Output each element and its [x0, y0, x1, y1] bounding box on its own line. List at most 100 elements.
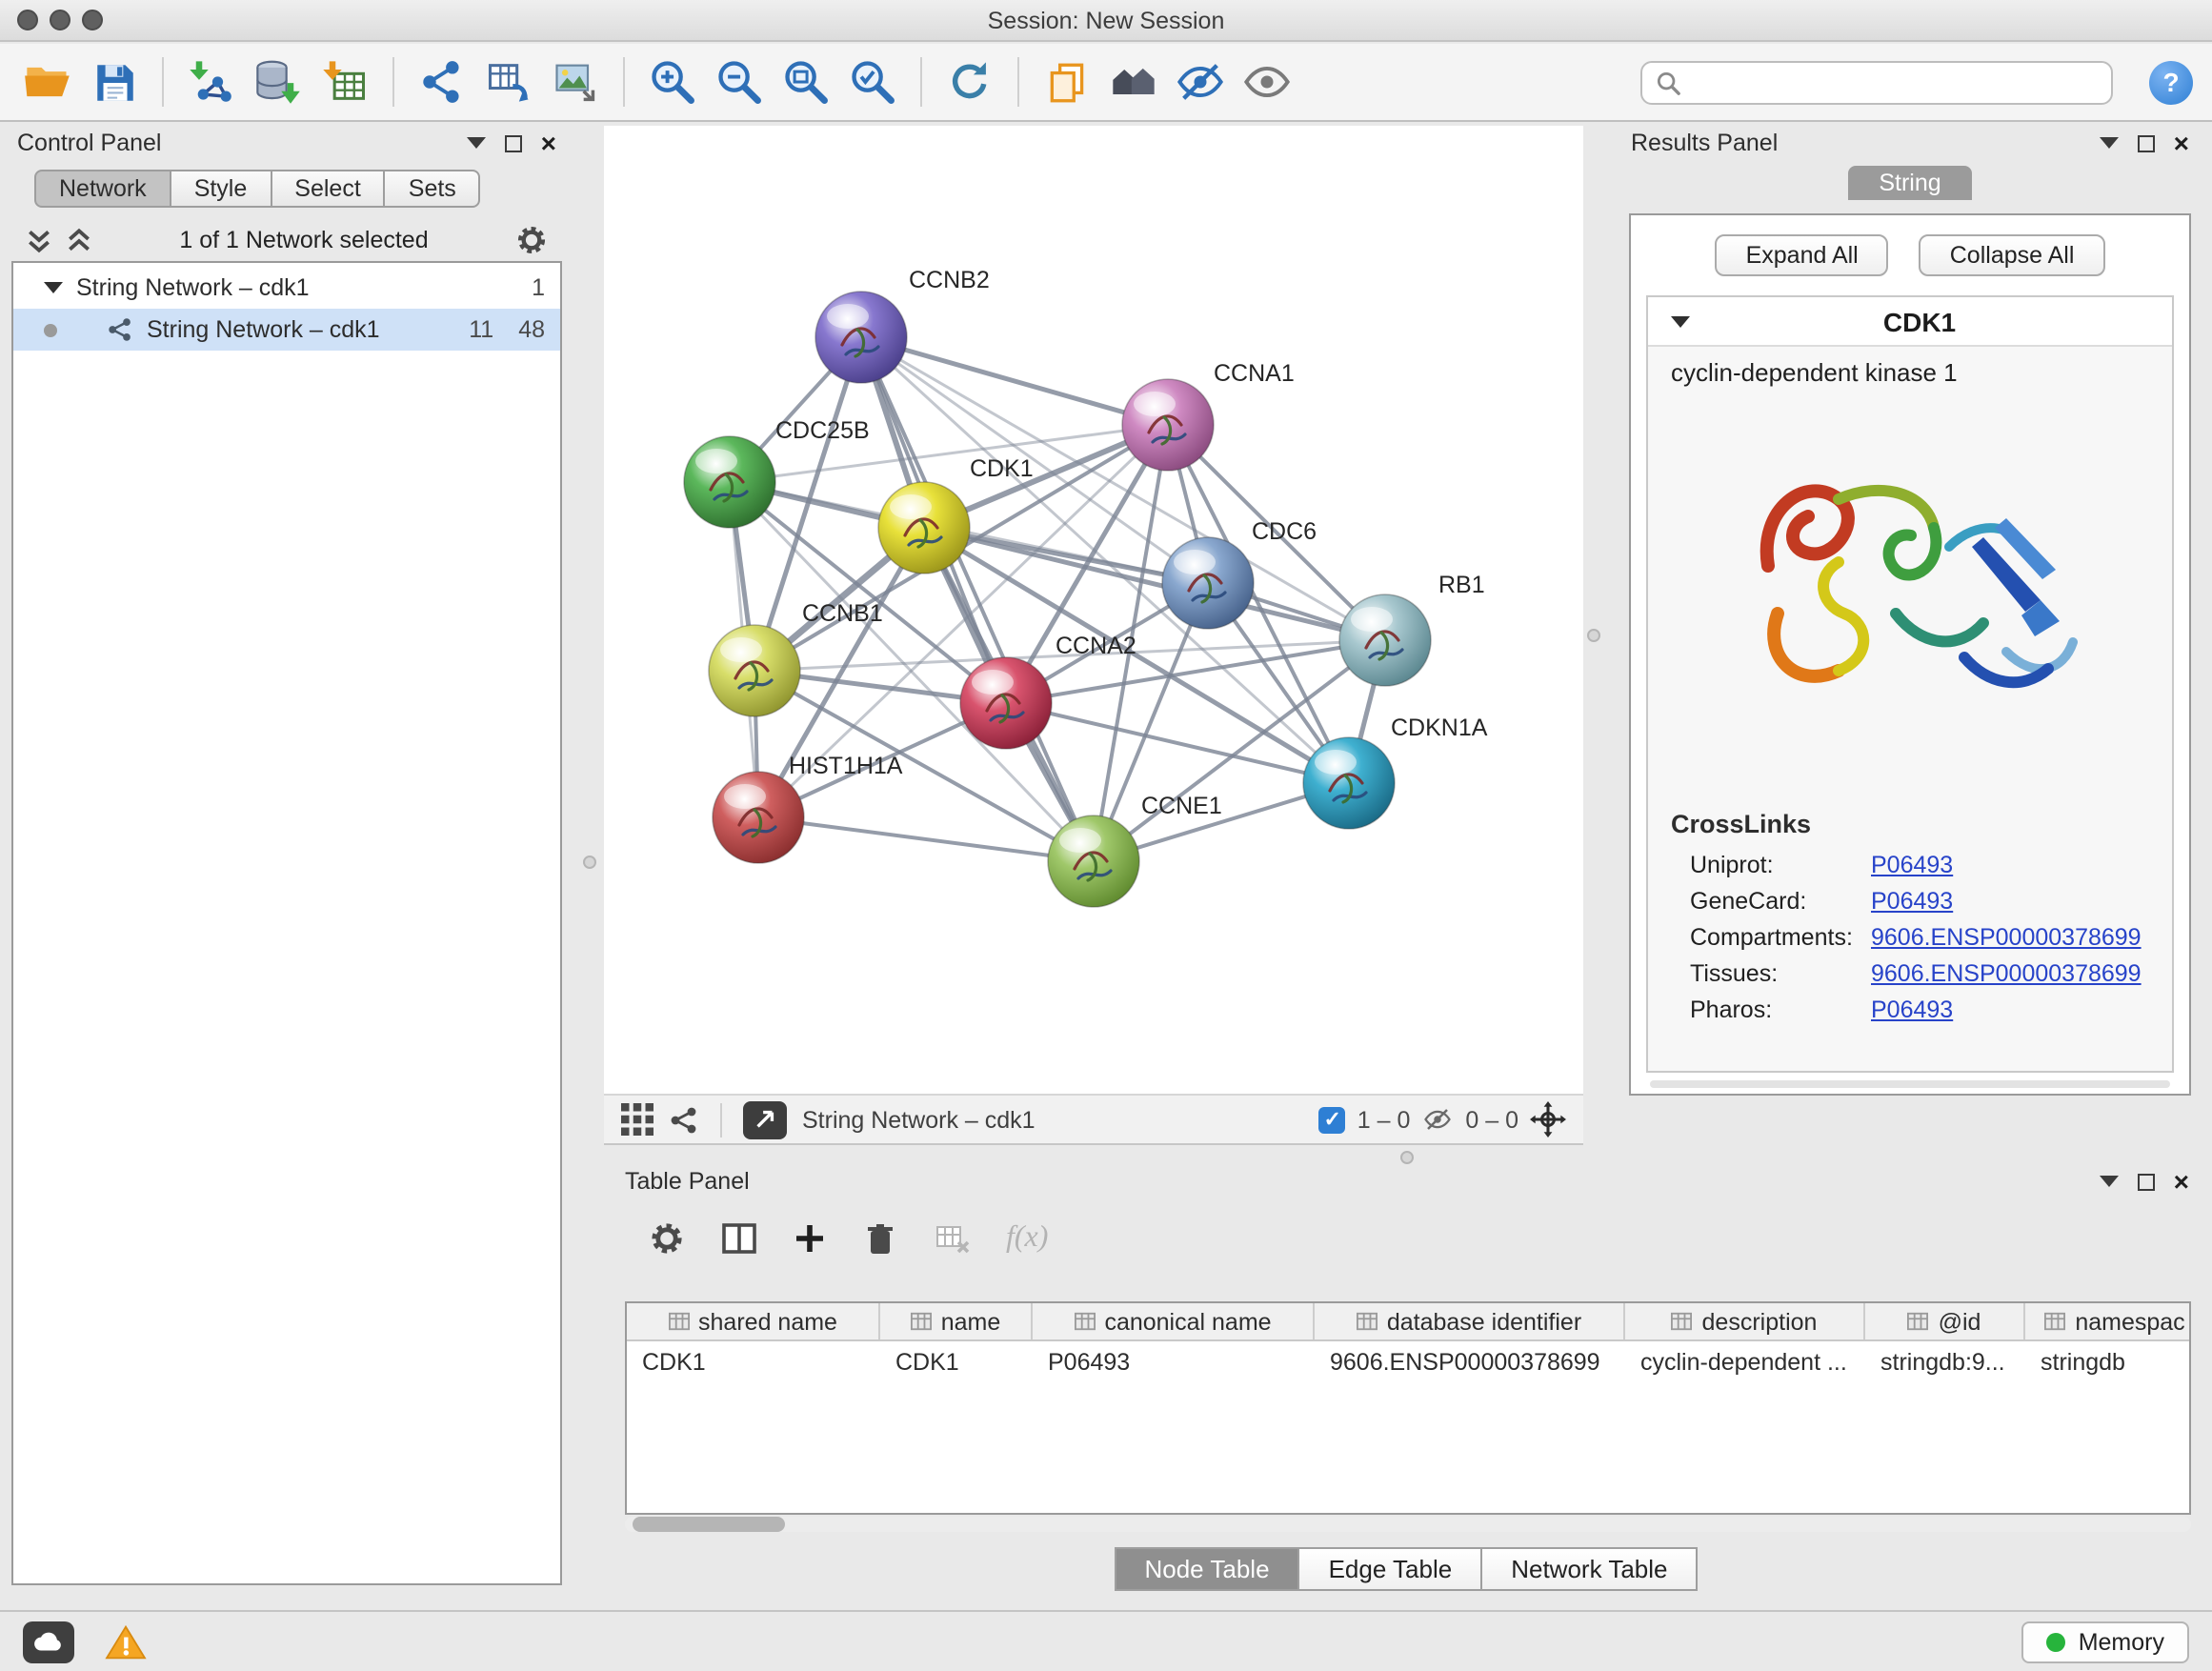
scrollbar-thumb[interactable] [633, 1517, 785, 1532]
cloud-button[interactable] [23, 1621, 74, 1662]
column-header-description[interactable]: description [1625, 1303, 1865, 1339]
panel-close-icon[interactable]: × [2174, 130, 2189, 156]
crosslink-tissues[interactable]: 9606.ENSP00000378699 [1871, 959, 2142, 986]
network-graph[interactable]: CCNB2CCNA1CDC25BCDK1CDC6RB1CCNB1CCNA2CDK… [604, 126, 1583, 1094]
column-type-icon [911, 1311, 932, 1332]
expand-all-button[interactable]: Expand All [1716, 234, 1889, 276]
protein-section-header[interactable]: CDK1 [1648, 297, 2172, 347]
network-node-hist1h1a[interactable]: HIST1H1A [713, 753, 903, 863]
crosslink-compartments[interactable]: 9606.ENSP00000378699 [1871, 923, 2142, 950]
table-cell[interactable]: 9606.ENSP00000378699 [1315, 1348, 1625, 1375]
close-window-button[interactable] [17, 10, 38, 30]
right-splitter-handle[interactable] [1587, 629, 1600, 642]
table-cell[interactable]: CDK1 [880, 1348, 1033, 1375]
apply-layout-button[interactable] [941, 53, 998, 111]
birds-eye-view-button[interactable] [743, 1100, 787, 1138]
network-view-icon[interactable] [669, 1104, 699, 1135]
delete-column-trash-icon[interactable] [861, 1219, 899, 1258]
table-cell[interactable]: stringdb:9... [1865, 1348, 2025, 1375]
table-body: CDK1CDK1P064939606.ENSP00000378699cyclin… [627, 1341, 2189, 1381]
column-header-database-identifier[interactable]: database identifier [1315, 1303, 1625, 1339]
duplicate-network-button[interactable] [1038, 53, 1096, 111]
search-input[interactable] [1690, 69, 2098, 95]
minimize-window-button[interactable] [50, 10, 70, 30]
column-header-namespac[interactable]: namespac [2025, 1303, 2191, 1339]
gear-icon[interactable] [514, 223, 549, 257]
network-collection-row[interactable]: String Network – cdk1 1 [13, 267, 560, 309]
hide-selected-button[interactable] [1172, 53, 1229, 111]
crosslink-pharos[interactable]: P06493 [1871, 996, 1953, 1022]
help-button[interactable]: ? [2149, 60, 2193, 104]
first-neighbors-button[interactable] [1105, 53, 1162, 111]
zoom-fit-button[interactable] [777, 53, 835, 111]
expand-all-chevrons-icon[interactable] [65, 227, 93, 253]
panel-float-icon[interactable] [505, 134, 522, 151]
table-tab-network-table[interactable]: Network Table [1480, 1547, 1698, 1591]
new-network-button[interactable] [413, 53, 471, 111]
column-type-icon [668, 1311, 689, 1332]
warning-icon[interactable] [105, 1622, 147, 1661]
memory-button[interactable]: Memory [2021, 1621, 2189, 1662]
show-columns-icon[interactable] [720, 1219, 758, 1258]
open-session-button[interactable] [19, 53, 76, 111]
add-column-plus-icon[interactable] [793, 1221, 827, 1256]
crosslink-uniprot[interactable]: P06493 [1871, 851, 1953, 877]
zoom-in-button[interactable] [644, 53, 701, 111]
table-tab-edge-table[interactable]: Edge Table [1298, 1547, 1483, 1591]
save-session-button[interactable] [86, 53, 143, 111]
zoom-out-button[interactable] [711, 53, 768, 111]
panel-close-icon[interactable]: × [541, 130, 556, 156]
collection-disclosure-icon[interactable] [44, 282, 63, 293]
grid-view-icon[interactable] [621, 1103, 654, 1136]
column-header-canonical-name[interactable]: canonical name [1033, 1303, 1315, 1339]
table-settings-gear-icon[interactable] [648, 1219, 686, 1258]
control-panel-tab-sets[interactable]: Sets [384, 170, 481, 208]
network-node-cdk1[interactable]: CDK1 [878, 455, 1034, 574]
table-tab-node-table[interactable]: Node Table [1114, 1547, 1299, 1591]
table-cell[interactable]: stringdb [2025, 1348, 2191, 1375]
network-node-cdkn1a[interactable]: CDKN1A [1303, 715, 1488, 829]
column-header-shared-name[interactable]: shared name [627, 1303, 880, 1339]
column-header--id[interactable]: @id [1865, 1303, 2025, 1339]
network-node-rb1[interactable]: RB1 [1339, 572, 1485, 686]
table-cell[interactable]: P06493 [1033, 1348, 1315, 1375]
column-header-name[interactable]: name [880, 1303, 1033, 1339]
table-row[interactable]: CDK1CDK1P064939606.ENSP00000378699cyclin… [627, 1341, 2189, 1381]
panel-menu-chevron-icon[interactable] [2100, 1176, 2119, 1187]
collapse-all-chevrons-icon[interactable] [25, 227, 53, 253]
import-network-from-database-button[interactable] [250, 53, 307, 111]
crosslink-genecard[interactable]: P06493 [1871, 887, 1953, 914]
panel-float-icon[interactable] [2138, 1173, 2155, 1190]
new-network-from-table-button[interactable] [480, 53, 537, 111]
control-panel-tab-select[interactable]: Select [270, 170, 386, 208]
network-view[interactable]: CCNB2CCNA1CDC25BCDK1CDC6RB1CCNB1CCNA2CDK… [604, 126, 1583, 1094]
section-disclosure-icon[interactable] [1671, 315, 1690, 327]
table-horizontal-scrollbar[interactable] [625, 1517, 2191, 1532]
control-panel-tab-network[interactable]: Network [34, 170, 171, 208]
zoom-window-button[interactable] [82, 10, 103, 30]
panel-close-icon[interactable]: × [2174, 1168, 2189, 1195]
table-cell[interactable]: cyclin-dependent ... [1625, 1348, 1865, 1375]
import-table-from-file-button[interactable] [316, 53, 373, 111]
import-network-from-file-button[interactable] [183, 53, 240, 111]
panel-menu-chevron-icon[interactable] [467, 137, 486, 149]
network-row[interactable]: String Network – cdk1 11 48 [13, 309, 560, 351]
network-node-ccnb1[interactable]: CCNB1 [709, 600, 883, 716]
show-all-button[interactable] [1238, 53, 1296, 111]
collapse-all-button[interactable]: Collapse All [1920, 234, 2105, 276]
export-image-button[interactable] [547, 53, 604, 111]
table-cell[interactable]: CDK1 [627, 1348, 880, 1375]
panel-menu-chevron-icon[interactable] [2100, 137, 2119, 149]
left-splitter-handle[interactable] [583, 856, 596, 869]
panel-float-icon[interactable] [2138, 134, 2155, 151]
selected-checkbox-icon[interactable]: ✓ [1319, 1106, 1346, 1133]
bottom-splitter-handle[interactable] [1400, 1151, 1414, 1164]
network-node-ccne1[interactable]: CCNE1 [1048, 793, 1222, 907]
network-node-ccna1[interactable]: CCNA1 [1122, 360, 1295, 471]
control-panel-tab-style[interactable]: Style [170, 170, 272, 208]
fit-selection-crosshair-icon[interactable] [1530, 1101, 1566, 1137]
results-scrollbar[interactable] [1650, 1080, 2170, 1088]
results-tab-string[interactable]: String [1848, 166, 1971, 200]
network-edges[interactable] [730, 337, 1385, 861]
zoom-selected-button[interactable] [844, 53, 901, 111]
